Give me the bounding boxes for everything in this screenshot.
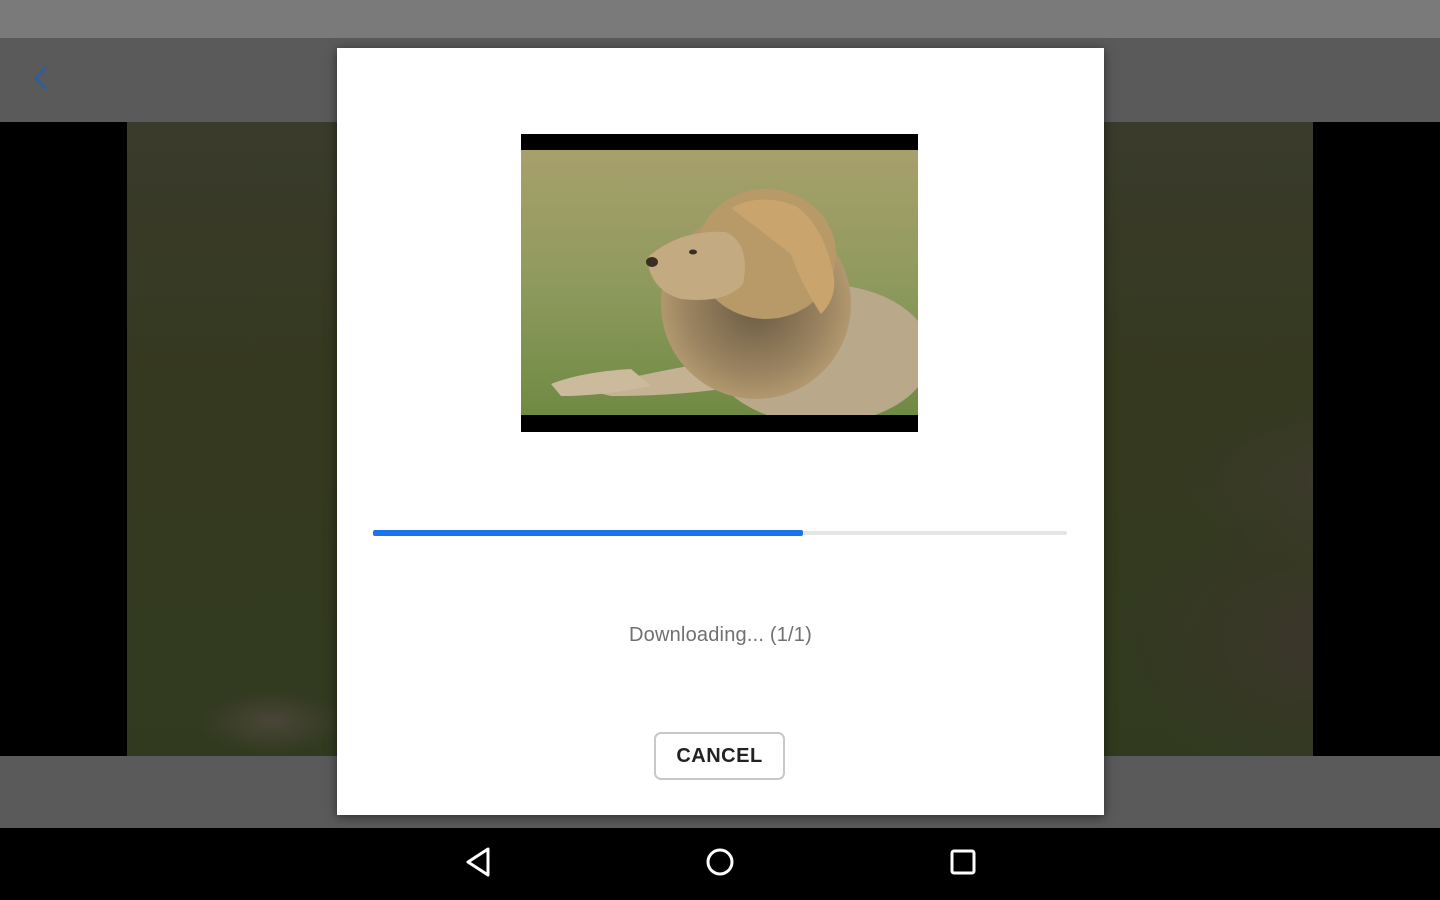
download-dialog: Downloading... (1/1) CANCEL	[337, 48, 1104, 815]
nav-back-button[interactable]	[448, 842, 508, 886]
status-bar	[0, 0, 1440, 38]
lion-thumbnail	[521, 134, 918, 432]
download-status-text: Downloading... (1/1)	[629, 624, 812, 646]
nav-back-icon	[463, 846, 493, 883]
back-button[interactable]	[22, 58, 62, 102]
download-progress-bar	[373, 530, 1067, 536]
image-preview	[521, 134, 918, 432]
nav-home-icon	[704, 846, 736, 883]
back-arrow-icon	[31, 63, 53, 98]
system-nav-bar	[0, 828, 1440, 900]
download-progress-fill	[373, 530, 804, 536]
nav-recents-button[interactable]	[933, 842, 993, 886]
nav-home-button[interactable]	[690, 842, 750, 886]
cancel-button[interactable]: CANCEL	[654, 732, 785, 780]
nav-recents-icon	[948, 847, 978, 882]
